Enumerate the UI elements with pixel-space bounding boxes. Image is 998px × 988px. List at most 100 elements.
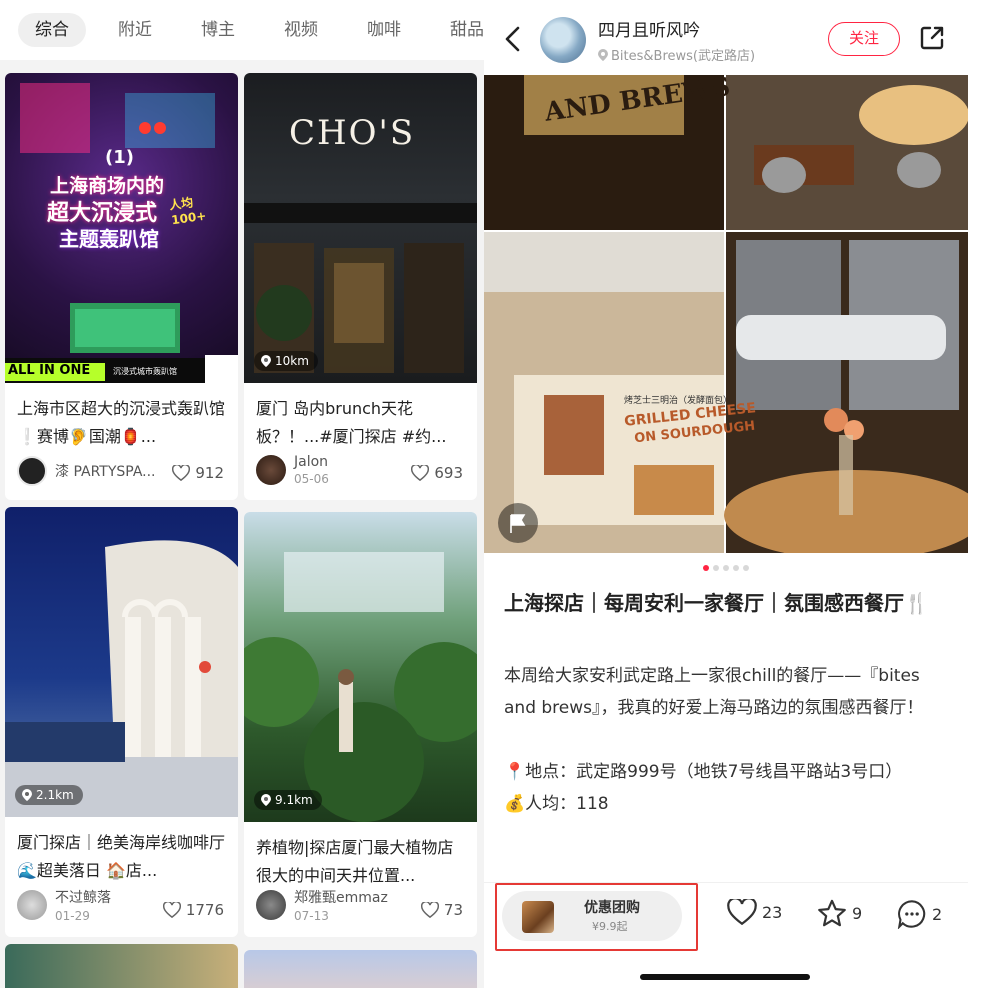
like-button[interactable]: 23 <box>727 899 782 925</box>
feed-card[interactable]: 2.1km 厦门探店｜绝美海岸线咖啡厅🌊超美落日 🏠店... 不过鲸落 01-2… <box>5 507 238 937</box>
heart-icon <box>420 902 439 918</box>
cover-text-line1: 上海商场内的 <box>50 175 165 197</box>
post-detail: 四月且听风吟 Bites&Brews(武定路店) 关注 AND BREWS 烤芝… <box>484 0 968 988</box>
page-dot <box>733 565 739 571</box>
deal-thumbnail <box>522 901 554 933</box>
like-button[interactable]: 693 <box>411 464 463 482</box>
heart-icon <box>162 902 181 918</box>
feed-card[interactable]: (1) 上海商场内的 超大沉浸式 主题轰趴馆 人均100+ ALL IN ONE… <box>5 73 238 500</box>
location-pin-icon <box>261 794 271 806</box>
avatar <box>256 455 286 485</box>
card-title: 上海市区超大的沉浸式轰趴馆❕赛博🦻国潮🏮... <box>17 399 226 446</box>
feed-card[interactable] <box>244 950 477 988</box>
cover-illustration <box>5 540 238 817</box>
tab-coffee[interactable]: 咖啡 <box>350 13 418 47</box>
paragraph-spacer <box>504 724 954 756</box>
category-tabs: 综合 附近 博主 视频 咖啡 甜品 <box>0 0 484 60</box>
cover-footer-subtext: 沉浸式城市轰趴馆 <box>113 367 177 376</box>
cover-illustration <box>244 552 477 822</box>
distance-badge: 2.1km <box>15 785 83 805</box>
deal-price: ¥9.9起 <box>592 920 628 933</box>
author-name[interactable]: 四月且听风吟 <box>598 16 700 41</box>
author-avatar[interactable] <box>540 17 586 63</box>
distance-text: 10km <box>275 354 309 368</box>
page-dot <box>703 565 709 571</box>
page-dot <box>723 565 729 571</box>
tab-desserts[interactable]: 甜品 <box>433 13 484 47</box>
card-title: 养植物|探店厦门最大植物店 很大的中间天井位置... <box>256 838 454 885</box>
heart-icon <box>172 465 191 481</box>
cover-text-top: (1) <box>105 147 134 168</box>
star-icon <box>818 899 846 927</box>
tab-bloggers[interactable]: 博主 <box>184 13 252 47</box>
feed-card[interactable]: 9.1km 养植物|探店厦门最大植物店 很大的中间天井位置... 郑雅甄emma… <box>244 512 477 937</box>
post-title: 上海探店｜每周安利一家餐厅｜氛围感西餐厅🍴 <box>504 591 929 615</box>
author-name: Jalon <box>294 454 329 470</box>
like-count: 693 <box>434 464 463 482</box>
follow-button[interactable]: 关注 <box>828 22 900 56</box>
like-count: 1776 <box>185 901 224 919</box>
store-location-text: Bites&Brews(武定路店) <box>611 49 756 64</box>
photo-pagination <box>484 565 968 571</box>
cover-footer-text: ALL IN ONE <box>8 363 91 378</box>
post-body-price: 💰人均：118 <box>504 794 609 814</box>
post-date: 07-13 <box>294 909 329 923</box>
tab-all[interactable]: 综合 <box>18 13 86 47</box>
location-pin-icon <box>22 789 32 801</box>
feed-card[interactable]: CHO'S 10km 厦门 岛内brunch天花板？！...#厦门探店 #约..… <box>244 73 477 500</box>
card-title: 厦门探店｜绝美海岸线咖啡厅🌊超美落日 🏠店... <box>17 833 226 880</box>
card-author[interactable]: Jalon 05-06 <box>256 454 329 486</box>
deal-title: 优惠团购 <box>584 900 640 916</box>
collect-button[interactable]: 9 <box>817 899 862 927</box>
like-count: 73 <box>443 901 463 919</box>
cover-text-line3: 主题轰趴馆 <box>59 227 159 251</box>
heart-icon <box>411 465 430 481</box>
post-date: 05-06 <box>294 472 329 486</box>
store-location[interactable]: Bites&Brews(武定路店) <box>598 45 755 64</box>
home-indicator[interactable] <box>640 974 810 980</box>
post-date: 01-29 <box>55 909 90 923</box>
post-action-bar: 优惠团购 ¥9.9起 23 9 2 <box>484 882 968 951</box>
card-author[interactable]: 不过鲸落 01-29 <box>17 887 111 923</box>
distance-text: 9.1km <box>275 793 313 807</box>
tab-nearby[interactable]: 附近 <box>101 13 169 47</box>
distance-badge: 9.1km <box>254 790 322 810</box>
share-icon[interactable] <box>918 24 946 52</box>
distance-text: 2.1km <box>36 788 74 802</box>
photo-collage-illustration <box>484 75 968 553</box>
tab-videos[interactable]: 视频 <box>267 13 335 47</box>
like-count: 912 <box>195 464 224 482</box>
card-cover-image: (1) 上海商场内的 超大沉浸式 主题轰趴馆 人均100+ ALL IN ONE… <box>5 73 238 383</box>
store-sign-text: CHO'S <box>289 113 416 153</box>
card-cover-image: 9.1km <box>244 512 477 822</box>
post-photo-collage[interactable]: AND BREWS 烤芝士三明治（发酵面包） GRILLED CHEESE ON… <box>484 75 968 553</box>
card-author[interactable]: 漆 PARTYSPA... <box>17 456 156 486</box>
post-body-address: 📍地点：武定路999号（地铁7号线昌平路站3号口） <box>504 762 903 782</box>
location-pin-icon <box>261 355 271 367</box>
card-cover-image: 2.1km <box>5 507 238 817</box>
card-author[interactable]: 郑雅甄emmaz 07-13 <box>256 887 388 923</box>
author-name: 漆 PARTYSPA... <box>55 464 156 480</box>
avatar <box>256 890 286 920</box>
comment-bubble-icon <box>897 900 926 929</box>
like-button[interactable]: 912 <box>172 464 224 482</box>
post-body: 本周给大家安利武定路上一家很chill的餐厅——『bites and brews… <box>504 660 954 820</box>
like-button[interactable]: 1776 <box>162 901 224 919</box>
collect-count: 9 <box>852 903 863 923</box>
heart-icon <box>727 899 757 925</box>
avatar <box>17 456 47 486</box>
location-pin-icon <box>598 48 608 61</box>
distance-badge: 10km <box>254 351 318 371</box>
like-count: 23 <box>762 902 783 922</box>
post-header: 四月且听风吟 Bites&Brews(武定路店) 关注 <box>484 0 968 75</box>
back-arrow-icon[interactable] <box>498 22 528 56</box>
author-name: 郑雅甄emmaz <box>294 890 388 906</box>
comment-button[interactable]: 2 <box>897 899 942 929</box>
discovery-feed: 综合 附近 博主 视频 咖啡 甜品 (1) 上海商场内的 超大沉浸式 主题轰趴馆… <box>0 0 484 988</box>
comment-count: 2 <box>932 904 943 924</box>
feed-card[interactable] <box>5 944 238 988</box>
post-body-intro: 本周给大家安利武定路上一家很chill的餐厅——『bites and brews… <box>504 666 924 718</box>
card-cover-image: CHO'S 10km <box>244 73 477 383</box>
page-dot <box>743 565 749 571</box>
like-button[interactable]: 73 <box>420 901 463 919</box>
